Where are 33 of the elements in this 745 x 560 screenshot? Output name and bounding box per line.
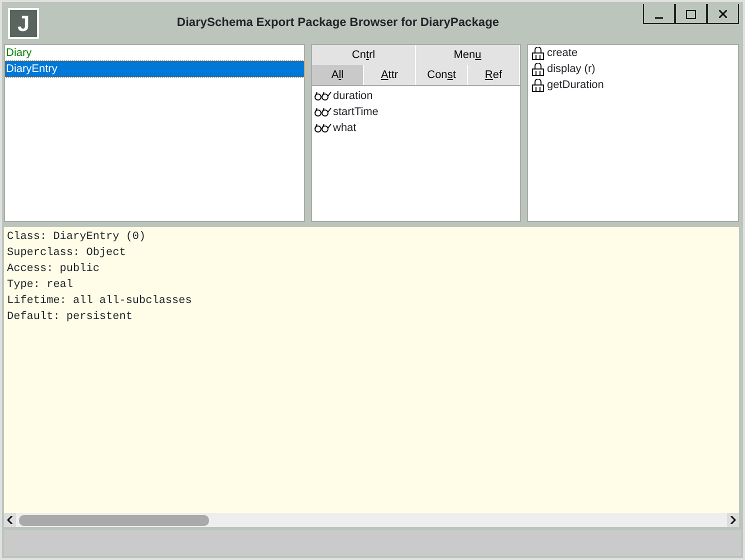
property-item[interactable]: duration (333, 88, 373, 104)
app-logo: J (8, 8, 39, 38)
detail-line: Access: public (7, 262, 100, 277)
method-item[interactable]: getDuration (547, 77, 604, 93)
scroll-right-icon[interactable] (727, 513, 739, 527)
glasses-icon (314, 91, 332, 101)
method-item[interactable]: display (r) (547, 61, 596, 77)
property-item[interactable]: startTime (333, 104, 378, 120)
detail-line: Class: DiaryEntry (0) (7, 230, 147, 245)
detail-line: Type: real (7, 278, 74, 293)
method-item[interactable]: create (547, 45, 578, 61)
close-icon (719, 10, 727, 18)
glasses-icon (314, 107, 332, 117)
class-item[interactable]: Diary (5, 45, 304, 61)
close-button[interactable] (707, 4, 739, 24)
lock-icon (532, 78, 544, 92)
minimize-icon (655, 17, 663, 20)
scroll-left-icon[interactable] (4, 513, 16, 527)
tab[interactable]: All (312, 65, 364, 85)
lock-icon (532, 46, 544, 60)
property-item[interactable]: what (333, 120, 356, 136)
horizontal-scrollbar[interactable] (4, 513, 739, 527)
glasses-icon (314, 123, 332, 133)
maximize-icon (686, 10, 696, 19)
detail-line: Superclass: Object (7, 246, 127, 261)
scrollbar-thumb[interactable] (19, 514, 209, 526)
detail-line: Lifetime: all all-subclasses (7, 294, 193, 309)
minimize-button[interactable] (643, 4, 675, 24)
window-title: DiarySchema Export Package Browser for DiaryPackage (176, 14, 500, 31)
class-item[interactable]: DiaryEntry (5, 61, 304, 77)
detail-line: Default: persistent (7, 310, 134, 325)
lock-icon (532, 62, 544, 76)
maximize-button[interactable] (675, 4, 707, 24)
